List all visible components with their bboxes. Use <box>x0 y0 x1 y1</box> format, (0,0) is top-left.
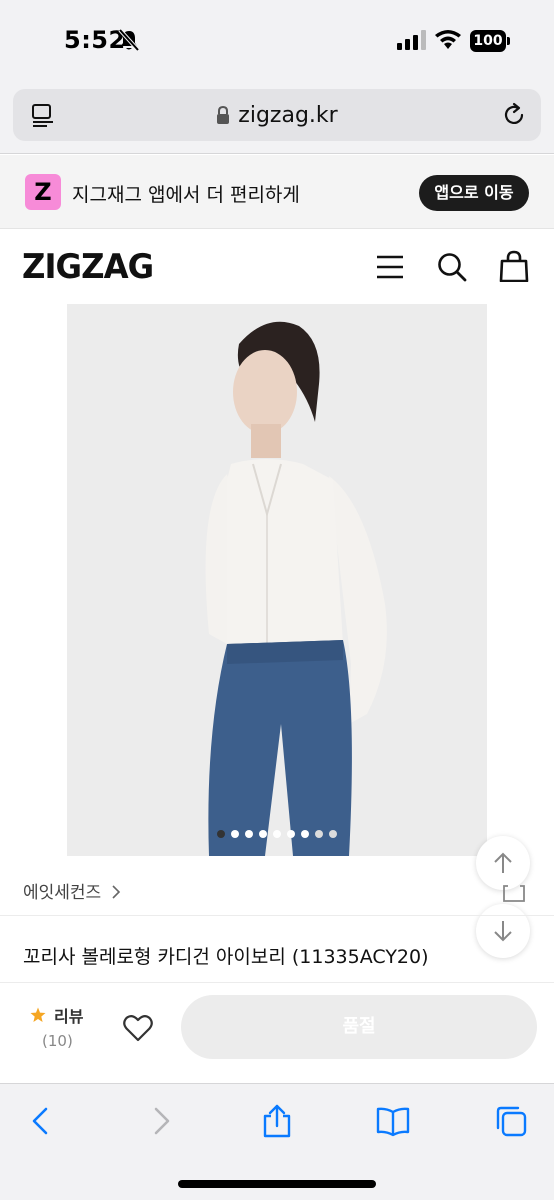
image-pagination <box>67 823 487 842</box>
reload-icon[interactable] <box>501 102 527 128</box>
product-photo <box>67 304 487 856</box>
lock-icon <box>217 106 230 124</box>
battery-icon: 100 <box>470 30 510 52</box>
wifi-icon <box>435 30 461 49</box>
open-app-button[interactable]: 앱으로 이동 <box>419 175 529 211</box>
pagination-dot[interactable] <box>259 830 267 838</box>
zigzag-app-logo: Z <box>25 174 61 210</box>
purchase-bar: 리뷰 (10) 품절 <box>0 982 554 1082</box>
battery-level: 100 <box>470 30 506 52</box>
star-icon <box>30 1007 46 1022</box>
heart-icon[interactable] <box>123 1014 153 1042</box>
pagination-dot[interactable] <box>245 830 253 838</box>
pagination-dot[interactable] <box>329 830 337 838</box>
brand-row[interactable]: 에잇세컨즈 <box>0 862 554 916</box>
product-image[interactable] <box>67 304 487 856</box>
pagination-dot[interactable] <box>217 830 225 838</box>
silent-bell-icon <box>118 28 140 52</box>
site-logo[interactable]: ZIGZAG <box>22 247 154 287</box>
menu-icon[interactable] <box>376 254 404 280</box>
back-icon[interactable] <box>24 1104 58 1138</box>
tabs-icon[interactable] <box>494 1104 528 1138</box>
pagination-dot[interactable] <box>301 830 309 838</box>
review-count[interactable]: (10) <box>42 1032 73 1050</box>
status-time: 5:52 <box>64 26 126 54</box>
pagination-dot[interactable] <box>315 830 323 838</box>
soldout-button[interactable]: 품절 <box>181 995 537 1059</box>
share-icon[interactable] <box>260 1104 294 1138</box>
shopping-bag-icon[interactable] <box>499 250 529 282</box>
arrow-down-icon <box>494 921 512 942</box>
banner-text: 지그재그 앱에서 더 편리하게 <box>72 184 300 206</box>
review-label[interactable]: 리뷰 <box>54 1003 83 1027</box>
brand-name: 에잇세컨즈 <box>23 883 102 903</box>
pagination-dot[interactable] <box>231 830 239 838</box>
forward-icon[interactable] <box>144 1104 178 1138</box>
app-download-banner: Z 지그재그 앱에서 더 편리하게 앱으로 이동 <box>0 155 554 229</box>
search-icon[interactable] <box>437 252 467 282</box>
product-title: 꼬리사 볼레로형 카디건 아이보리 (11335ACY20) <box>23 946 429 968</box>
url-text: zigzag.kr <box>238 103 338 128</box>
brand-link[interactable]: 에잇세컨즈 <box>23 878 121 903</box>
url-display[interactable]: zigzag.kr <box>13 103 541 128</box>
home-indicator <box>178 1180 376 1188</box>
site-header: ZIGZAG <box>0 230 554 304</box>
status-bar: 5:52 100 <box>0 0 554 84</box>
browser-address-area: zigzag.kr <box>0 84 554 154</box>
address-bar[interactable]: zigzag.kr <box>13 89 541 141</box>
share-icon[interactable] <box>502 876 526 902</box>
pagination-dot[interactable] <box>287 830 295 838</box>
chevron-right-icon <box>112 885 121 899</box>
signal-icon <box>397 30 426 50</box>
bookmarks-icon[interactable] <box>376 1104 410 1138</box>
pagination-dot[interactable] <box>273 830 281 838</box>
